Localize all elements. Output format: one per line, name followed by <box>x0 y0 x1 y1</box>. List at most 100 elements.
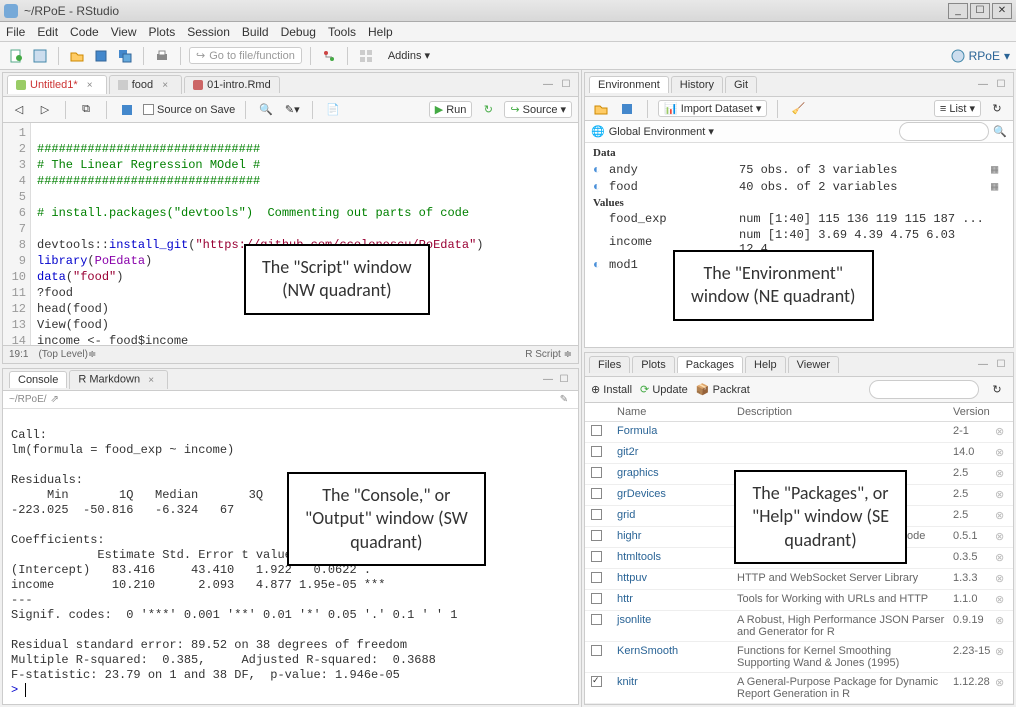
package-checkbox[interactable] <box>591 467 602 478</box>
save-workspace-icon[interactable] <box>617 99 637 119</box>
env-row[interactable]: ◐food40 obs. of 2 variables▦ <box>585 178 1013 195</box>
maximize-button[interactable]: ☐ <box>970 3 990 19</box>
close-tab-icon[interactable]: × <box>157 78 173 92</box>
env-row[interactable]: ◐andy75 obs. of 3 variables▦ <box>585 161 1013 178</box>
package-checkbox[interactable] <box>591 645 602 656</box>
env-search-input[interactable] <box>899 122 989 141</box>
clear-env-icon[interactable]: 🧹 <box>788 99 808 119</box>
remove-package-icon[interactable]: ⊗ <box>995 509 1007 522</box>
menu-view[interactable]: View <box>111 25 137 39</box>
tab-environment[interactable]: Environment <box>589 76 669 93</box>
package-checkbox[interactable] <box>591 551 602 562</box>
package-row[interactable]: jsonliteA Robust, High Performance JSON … <box>585 611 1013 642</box>
compile-report-icon[interactable]: 📄 <box>323 100 343 120</box>
maximize-pane-icon[interactable]: ☐ <box>556 373 572 387</box>
package-checkbox[interactable] <box>591 676 602 687</box>
project-selector[interactable]: RPoE ▾ <box>951 49 1010 63</box>
close-tab-icon[interactable]: × <box>82 78 98 92</box>
scope-indicator[interactable]: (Top Level) <box>38 349 87 360</box>
remove-package-icon[interactable]: ⊗ <box>995 530 1007 543</box>
package-row[interactable]: KernSmoothFunctions for Kernel Smoothing… <box>585 642 1013 673</box>
refresh-icon[interactable]: ↻ <box>987 99 1007 119</box>
package-row[interactable]: git2r14.0⊗ <box>585 443 1013 464</box>
package-name[interactable]: knitr <box>617 676 737 688</box>
open-icon[interactable] <box>67 46 87 66</box>
package-name[interactable]: grid <box>617 509 737 521</box>
vcs-icon[interactable] <box>319 46 339 66</box>
import-dataset-button[interactable]: 📊 Import Dataset ▾ <box>658 100 767 117</box>
package-name[interactable]: graphics <box>617 467 737 479</box>
minimize-pane-icon[interactable]: — <box>975 358 991 372</box>
remove-package-icon[interactable]: ⊗ <box>995 645 1007 658</box>
list-view-button[interactable]: ≡ List ▾ <box>934 100 981 117</box>
tab-git[interactable]: Git <box>725 76 757 93</box>
package-name[interactable]: git2r <box>617 446 737 458</box>
packrat-button[interactable]: 📦 Packrat <box>696 383 750 396</box>
package-checkbox[interactable] <box>591 509 602 520</box>
minimize-pane-icon[interactable]: — <box>540 373 556 387</box>
tab-viewer[interactable]: Viewer <box>788 356 839 373</box>
tab-files[interactable]: Files <box>589 356 630 373</box>
package-name[interactable]: grDevices <box>617 488 737 500</box>
load-workspace-icon[interactable] <box>591 99 611 119</box>
back-icon[interactable]: ◁ <box>9 100 29 120</box>
package-row[interactable]: knitrA General-Purpose Package for Dynam… <box>585 673 1013 704</box>
package-name[interactable]: highr <box>617 530 737 542</box>
save-all-icon[interactable] <box>115 46 135 66</box>
minimize-button[interactable]: _ <box>948 3 968 19</box>
tab-untitled1[interactable]: Untitled1* × <box>7 75 107 94</box>
package-name[interactable]: KernSmooth <box>617 645 737 657</box>
maximize-pane-icon[interactable]: ☐ <box>558 78 574 92</box>
workspace-panes-icon[interactable] <box>356 46 376 66</box>
remove-package-icon[interactable]: ⊗ <box>995 572 1007 585</box>
tab-food[interactable]: food × <box>109 75 182 94</box>
remove-package-icon[interactable]: ⊗ <box>995 614 1007 627</box>
maximize-pane-icon[interactable]: ☐ <box>993 78 1009 92</box>
package-checkbox[interactable] <box>591 488 602 499</box>
remove-package-icon[interactable]: ⊗ <box>995 425 1007 438</box>
remove-package-icon[interactable]: ⊗ <box>995 446 1007 459</box>
menu-code[interactable]: Code <box>70 25 99 39</box>
install-button[interactable]: ⊕ Install <box>591 383 632 396</box>
package-checkbox[interactable] <box>591 572 602 583</box>
remove-package-icon[interactable]: ⊗ <box>995 488 1007 501</box>
packages-search-input[interactable] <box>869 380 979 399</box>
save-icon[interactable] <box>91 46 111 66</box>
package-name[interactable]: httr <box>617 593 737 605</box>
package-checkbox[interactable] <box>591 593 602 604</box>
refresh-icon[interactable]: ↻ <box>987 380 1007 400</box>
menu-tools[interactable]: Tools <box>328 25 356 39</box>
package-row[interactable]: httrTools for Working with URLs and HTTP… <box>585 590 1013 611</box>
save-icon[interactable] <box>117 100 137 120</box>
tab-plots[interactable]: Plots <box>632 356 674 373</box>
package-checkbox[interactable] <box>591 425 602 436</box>
source-button[interactable]: ↪Source ▾ <box>504 101 572 118</box>
menu-session[interactable]: Session <box>187 25 230 39</box>
print-icon[interactable] <box>152 46 172 66</box>
package-name[interactable]: htmltools <box>617 551 737 563</box>
tab-packages[interactable]: Packages <box>677 356 743 373</box>
package-name[interactable]: jsonlite <box>617 614 737 626</box>
forward-icon[interactable]: ▷ <box>35 100 55 120</box>
env-row[interactable]: food_expnum [1:40] 115 136 119 115 187 .… <box>585 211 1013 227</box>
menu-file[interactable]: File <box>6 25 25 39</box>
minimize-pane-icon[interactable]: — <box>975 78 991 92</box>
remove-package-icon[interactable]: ⊗ <box>995 551 1007 564</box>
menu-build[interactable]: Build <box>242 25 269 39</box>
package-row[interactable]: Formula2-1⊗ <box>585 422 1013 443</box>
goto-file-function[interactable]: ↪ Go to file/function <box>189 47 302 64</box>
package-checkbox[interactable] <box>591 614 602 625</box>
package-name[interactable]: httpuv <box>617 572 737 584</box>
clear-console-icon[interactable]: ✎ <box>556 393 572 407</box>
menu-help[interactable]: Help <box>368 25 393 39</box>
minimize-pane-icon[interactable]: — <box>540 78 556 92</box>
remove-package-icon[interactable]: ⊗ <box>995 676 1007 689</box>
scope-selector[interactable]: Global Environment ▾ <box>609 125 714 138</box>
remove-package-icon[interactable]: ⊗ <box>995 593 1007 606</box>
menu-edit[interactable]: Edit <box>37 25 58 39</box>
tab-history[interactable]: History <box>671 76 723 93</box>
package-checkbox[interactable] <box>591 530 602 541</box>
tab-r-markdown[interactable]: R Markdown × <box>69 370 168 389</box>
tab-help[interactable]: Help <box>745 356 786 373</box>
new-project-icon[interactable] <box>30 46 50 66</box>
